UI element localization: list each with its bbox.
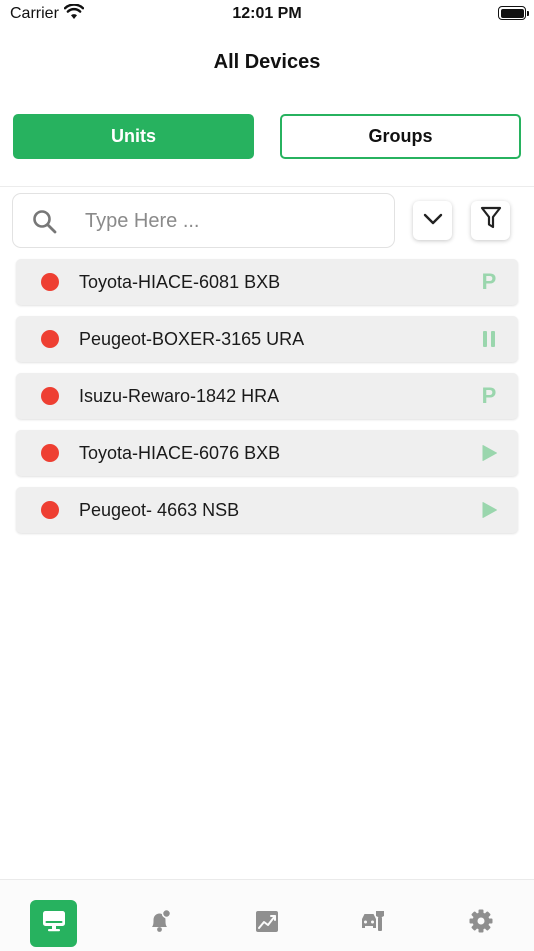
parked-icon: P [478, 271, 500, 293]
filter-button[interactable] [471, 201, 510, 240]
reports-icon [254, 908, 280, 939]
units-tab-label: Units [111, 126, 156, 146]
unit-name: Peugeot- 4663 NSB [79, 500, 240, 520]
groups-tab-label: Groups [368, 126, 433, 146]
unit-row[interactable]: Toyota-HIACE-6076 BXB [16, 430, 518, 476]
search-icon [32, 209, 58, 240]
settings-icon [468, 908, 494, 939]
unit-row[interactable]: Isuzu-Rewaro-1842 HRA P [16, 373, 518, 419]
status-dot [41, 501, 59, 519]
status-dot [41, 273, 59, 291]
status-time: 12:01 PM [232, 5, 302, 22]
play-icon [478, 499, 500, 521]
page-title: All Devices [213, 51, 321, 73]
filter-icon [480, 206, 502, 235]
status-dot [41, 387, 59, 405]
status-dot [41, 330, 59, 348]
devices-icon [41, 909, 67, 938]
alerts-icon [147, 908, 173, 939]
unit-row[interactable]: Toyota-HIACE-6081 BXB P [16, 259, 518, 305]
tab-alerts[interactable] [136, 900, 183, 947]
unit-name: Isuzu-Rewaro-1842 HRA [79, 386, 280, 406]
sort-dropdown-button[interactable] [413, 201, 452, 240]
paused-icon [478, 328, 500, 350]
unit-name: Toyota-HIACE-6081 BXB [79, 272, 281, 292]
unit-row[interactable]: Peugeot- 4663 NSB [16, 487, 518, 533]
tab-maintenance[interactable] [349, 900, 396, 947]
tab-reports[interactable] [243, 900, 290, 947]
divider [0, 186, 534, 187]
parked-glyph: P [481, 383, 497, 408]
status-bar: Carrier 12:01 PM [0, 0, 534, 30]
unit-list: Toyota-HIACE-6081 BXB P Peugeot-BOXER-31… [16, 259, 518, 544]
chevron-down-icon [423, 212, 443, 230]
parked-glyph: P [481, 269, 497, 294]
parked-icon: P [478, 385, 500, 407]
groups-tab-button[interactable]: Groups [280, 114, 521, 159]
search-box [12, 193, 395, 248]
search-input[interactable] [85, 204, 375, 238]
tab-devices[interactable] [30, 900, 77, 947]
battery-icon [498, 6, 529, 20]
maintenance-icon [359, 908, 387, 939]
status-dot [41, 444, 59, 462]
bottom-tab-bar [0, 879, 534, 951]
unit-row[interactable]: Peugeot-BOXER-3165 URA [16, 316, 518, 362]
units-tab-button[interactable]: Units [13, 114, 254, 159]
unit-name: Toyota-HIACE-6076 BXB [79, 443, 281, 463]
play-icon [478, 442, 500, 464]
unit-name: Peugeot-BOXER-3165 URA [79, 329, 305, 349]
tab-settings[interactable] [457, 900, 504, 947]
